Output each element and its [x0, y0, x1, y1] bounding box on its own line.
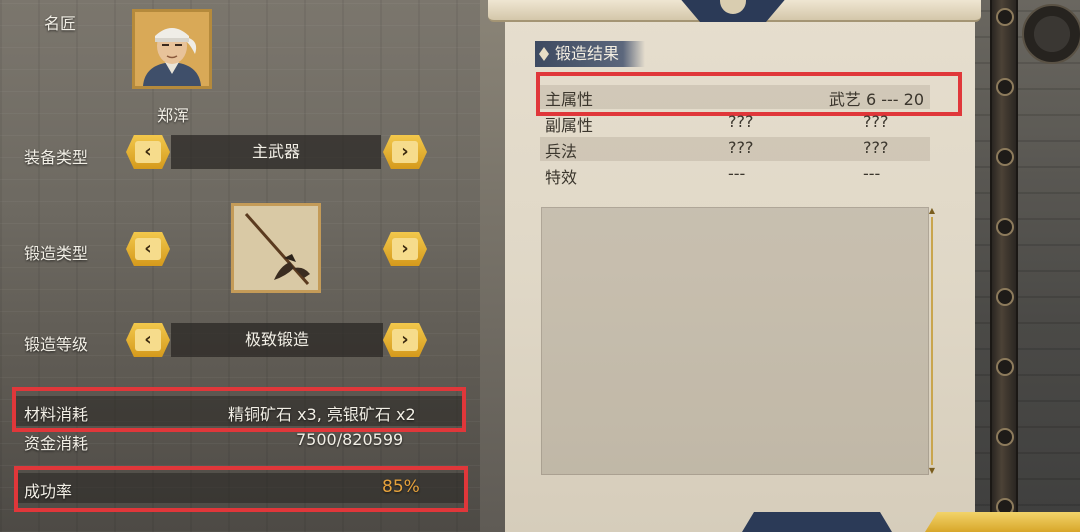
equip-type-label: 装备类型	[24, 148, 89, 167]
attr-name: 特效	[545, 168, 578, 187]
chevron-right-icon: ›	[392, 141, 418, 163]
forge-level-prev-button[interactable]: ‹	[126, 323, 170, 357]
chevron-left-icon: ‹	[135, 329, 161, 351]
result-description-box[interactable]	[541, 207, 929, 475]
halberd-icon	[234, 206, 318, 290]
scrollbar-track[interactable]	[931, 217, 933, 465]
spine-ring	[996, 8, 1014, 26]
spine-ring	[996, 148, 1014, 166]
result-section-title: 锻造结果	[535, 41, 645, 67]
smith-label: 名匠	[44, 14, 77, 33]
equip-type-prev-button[interactable]: ‹	[126, 135, 170, 169]
scroll-up-icon[interactable]: ▲	[928, 207, 936, 215]
scroll-down-icon[interactable]: ▼	[928, 467, 936, 475]
chevron-right-icon: ›	[392, 238, 418, 260]
smith-avatar-icon	[135, 12, 209, 86]
forge-level-next-button[interactable]: ›	[383, 323, 427, 357]
forge-level-label: 锻造等级	[24, 335, 89, 354]
equip-type-next-button[interactable]: ›	[383, 135, 427, 169]
attr-value-max: ???	[863, 112, 889, 131]
weapon-preview[interactable]	[231, 203, 321, 293]
attr-value-max: ???	[863, 138, 889, 157]
spine-ring	[996, 78, 1014, 96]
spine-ring	[996, 428, 1014, 446]
corner-emblem-icon	[1022, 4, 1080, 64]
attr-value-min: ???	[728, 112, 754, 131]
attr-row-sub: 副属性 ??? ???	[540, 111, 930, 135]
smith-name: 郑浑	[157, 106, 190, 125]
attr-value-min: ???	[728, 138, 754, 157]
spine-ring	[996, 358, 1014, 376]
equip-type-value: 主武器	[171, 135, 381, 169]
attr-value-max: ---	[863, 164, 881, 183]
gold-row: 资金消耗 7500/820599	[14, 428, 466, 458]
forge-type-label: 锻造类型	[24, 244, 89, 263]
scroll-ornament-icon	[678, 0, 788, 22]
gold-value: 7500/820599	[296, 430, 404, 449]
scroll-spine	[990, 0, 1018, 532]
main-attr-highlight	[536, 72, 962, 116]
chevron-left-icon: ‹	[135, 238, 161, 260]
materials-highlight	[12, 387, 466, 432]
success-rate-highlight	[14, 466, 468, 512]
attr-value-min: ---	[728, 164, 746, 183]
attr-name: 兵法	[545, 142, 578, 161]
smith-portrait[interactable]	[132, 9, 212, 89]
forge-type-prev-button[interactable]: ‹	[126, 232, 170, 266]
background-divider	[480, 0, 505, 532]
forge-level-value: 极致锻造	[171, 323, 383, 357]
chevron-right-icon: ›	[392, 329, 418, 351]
spine-ring	[996, 218, 1014, 236]
attr-row-effect: 特效 --- ---	[540, 163, 930, 187]
chevron-left-icon: ‹	[135, 141, 161, 163]
gold-label: 资金消耗	[24, 434, 89, 453]
attr-name: 副属性	[545, 116, 594, 135]
bottom-tab-button[interactable]	[742, 512, 892, 532]
scroll-top-roller	[488, 0, 981, 22]
forge-type-next-button[interactable]: ›	[383, 232, 427, 266]
result-scrollbar[interactable]: ▲ ▼	[928, 207, 936, 475]
attr-row-tactics: 兵法 ??? ???	[540, 137, 930, 161]
spine-ring	[996, 288, 1014, 306]
confirm-forge-button[interactable]	[925, 512, 1080, 532]
